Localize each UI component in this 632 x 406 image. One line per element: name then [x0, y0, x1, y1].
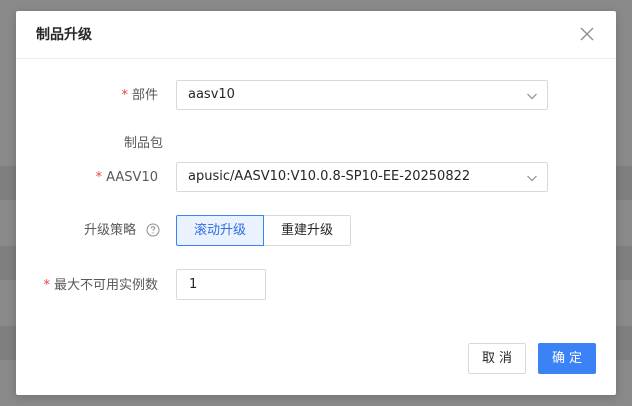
required-mark: *: [121, 88, 128, 103]
question-circle-icon[interactable]: [146, 223, 160, 237]
required-mark: *: [43, 278, 50, 293]
chevron-down-icon: [526, 90, 538, 102]
aasv10-label: * AASV10: [96, 169, 158, 187]
component-label-text: 部件: [131, 88, 158, 103]
dialog-header: 制品升级: [16, 11, 616, 59]
aasv10-label-text: AASV10: [106, 170, 158, 185]
component-select[interactable]: aasv10: [176, 80, 548, 110]
confirm-button[interactable]: 确定: [538, 343, 596, 374]
artifact-section-label: 制品包: [124, 136, 164, 151]
required-mark: *: [95, 170, 103, 185]
max-unavailable-label: * 最大不可用实例数: [43, 277, 158, 295]
max-unavailable-input[interactable]: [176, 269, 266, 300]
dialog-title: 制品升级: [36, 27, 92, 43]
rolling-upgrade-option[interactable]: 滚动升级: [176, 215, 264, 246]
strategy-label: 升级策略: [84, 223, 137, 238]
rebuild-upgrade-option[interactable]: 重建升级: [263, 215, 351, 246]
aasv10-select[interactable]: apusic/AASV10:V10.0.8-SP10-EE-20250822: [176, 162, 548, 192]
aasv10-select-value: apusic/AASV10:V10.0.8-SP10-EE-20250822: [188, 169, 471, 184]
close-icon: [580, 27, 594, 41]
close-button[interactable]: [578, 25, 596, 43]
upgrade-dialog: 制品升级 * 部件 aasv10 制品包 * AASV10 apusic/AASV1…: [16, 11, 616, 395]
cancel-button[interactable]: 取消: [468, 343, 526, 374]
component-select-value: aasv10: [188, 87, 235, 102]
chevron-down-icon: [526, 172, 538, 184]
max-unavailable-label-text: 最大不可用实例数: [53, 278, 158, 293]
component-label: * 部件: [121, 87, 158, 105]
